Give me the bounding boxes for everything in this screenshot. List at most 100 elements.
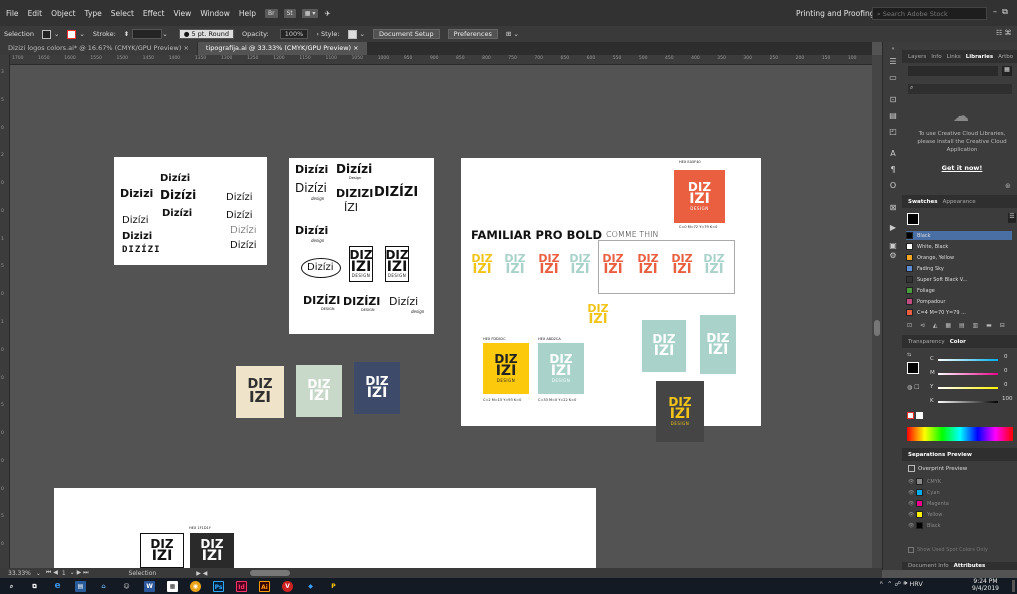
horizontal-ruler[interactable]: 1700 1650 1600 1550 1500 1450 1400 1350 1300 1250… [10, 55, 872, 65]
separation-row[interactable]: 👁 Magenta [908, 499, 1012, 508]
swatch-row[interactable]: Orange, Yellow [906, 253, 1012, 262]
task-view-icon[interactable]: ⧉ [29, 581, 40, 592]
align-panel-icon[interactable]: ▤ [887, 110, 899, 121]
visibility-eye-icon[interactable]: 👁 [908, 512, 916, 518]
store-icon[interactable]: ⌂ [98, 581, 109, 592]
artboard-nav-next-icon[interactable]: ⌄ ▶ ⏭ [70, 569, 89, 577]
artboard-bottom[interactable]: HEX 1F1D1Y DIZ IZI DIZ IZI [54, 488, 596, 568]
menu-view[interactable]: View [174, 9, 192, 18]
edge-icon[interactable]: e [52, 581, 63, 592]
file-explorer-icon[interactable]: ▤ [75, 580, 86, 592]
artboard-number[interactable]: 1 [62, 570, 66, 577]
menu-edit[interactable]: Edit [28, 9, 43, 18]
monogram-tile-mint[interactable]: DIZ IZI DESIGN [538, 343, 584, 394]
app-icon[interactable]: ▦ [167, 580, 178, 592]
visibility-eye-icon[interactable]: 👁 [908, 479, 916, 485]
artboard-typefaces-1[interactable]: Dizízi Dizizi Dizízi Dizízi Dizízi Dizíz… [114, 157, 267, 265]
photoshop-icon[interactable]: Ps [213, 580, 224, 592]
opacity-input[interactable]: 100% [277, 29, 309, 39]
horizontal-scroll-thumb[interactable] [250, 570, 290, 576]
search-icon[interactable]: ⌕ [6, 581, 17, 592]
tab-color[interactable]: Color [950, 339, 966, 345]
people-icon[interactable]: ☺ [121, 581, 132, 592]
separation-row[interactable]: 👁 Cyan [908, 488, 1012, 497]
menu-type[interactable]: Type [85, 9, 102, 18]
separation-row[interactable]: 👁 CMYK [908, 477, 1012, 486]
chevron-up-icon[interactable]: ⌃ [887, 580, 892, 588]
color-swap-icon[interactable]: ⇆ [907, 352, 911, 358]
illustrator-icon[interactable]: Ai [259, 580, 270, 592]
zoom-dropdown-icon[interactable]: ⌄ [36, 570, 41, 577]
magenta-slider[interactable] [938, 373, 998, 375]
links-icon[interactable]: ⊡ [887, 94, 899, 105]
pathfinder-icon[interactable]: ◰ [887, 126, 899, 137]
swatch-row[interactable]: Foliage [906, 286, 1012, 295]
paragraph-icon[interactable]: ¶ [887, 164, 899, 175]
separation-row[interactable]: 👁 Yellow [908, 510, 1012, 519]
fill-indicator[interactable] [907, 362, 919, 374]
cyan-slider[interactable] [938, 359, 998, 361]
menu-select[interactable]: Select [111, 9, 134, 18]
transform-icon[interactable]: ⊠ [887, 202, 899, 213]
vertical-scrollbar[interactable] [872, 55, 882, 570]
vertical-scroll-thumb[interactable] [874, 320, 880, 336]
panel-menu-icon[interactable]: ☷ ⌘ [996, 29, 1012, 37]
magenta-value[interactable]: 0 [1004, 368, 1008, 374]
reset-colors-icon[interactable]: ◍ ☐ [907, 384, 920, 391]
tab-swatches[interactable]: Swatches [908, 199, 938, 205]
artboard-color-palette[interactable]: HEX EA5F40 DIZ IZI DESIGN C=0 M=72 Y=79 … [461, 158, 761, 426]
tab-appearance[interactable]: Appearance [943, 199, 976, 205]
actions-icon[interactable]: ▶ [887, 222, 899, 233]
python-icon[interactable]: P [328, 581, 339, 592]
swatch-row[interactable]: Super Soft Black V... [906, 275, 1012, 284]
opentype-icon[interactable]: O [887, 180, 899, 191]
separation-row[interactable]: 👁 Black [908, 521, 1012, 530]
show-desktop-button[interactable] [1012, 580, 1015, 592]
close-icon[interactable]: × [183, 44, 188, 52]
swatch-row[interactable]: C=4 M=70 Y=79 ... [906, 308, 1012, 317]
menu-window[interactable]: Window [200, 9, 230, 18]
get-it-now-link[interactable]: Get it now! [912, 164, 1012, 172]
tab-links[interactable]: Links [947, 54, 961, 60]
vivaldi-icon[interactable]: V [282, 580, 293, 592]
black-slider[interactable] [938, 401, 998, 403]
stock-button[interactable]: St [283, 8, 296, 18]
yellow-slider[interactable] [938, 387, 998, 389]
artboard-nav-first-icon[interactable]: ⏮ ◀ [46, 569, 58, 577]
tab-dizizi-logos[interactable]: Dizizi logos colors.ai* @ 16.67% (CMYK/G… [0, 42, 197, 55]
swatch-toolbar-icons[interactable]: ⊡ ⊲ ◭ ▦ ▤ ▥ ▬ ⊟ [907, 322, 1015, 329]
document-setup-button[interactable]: Document Setup [372, 29, 440, 39]
keyboard-language[interactable]: HRV [909, 580, 923, 588]
artboard-typefaces-2[interactable]: Dizízi Dizízi Design Dizízi design DIZIZ… [289, 158, 434, 334]
volume-icon[interactable]: 🕪 [903, 579, 907, 588]
workspace-switcher[interactable]: Printing and Proofing ⌄ [796, 9, 883, 18]
monogram-tile-charcoal[interactable]: DIZ IZI DESIGN [656, 381, 704, 442]
monogram-tile-mint-3[interactable]: DIZ IZI [700, 315, 736, 374]
cyan-value[interactable]: 0 [1004, 354, 1008, 360]
library-search-icon[interactable]: ⌕ [908, 84, 1012, 94]
align-icon[interactable]: ⊞ ⌄ [506, 30, 519, 38]
collapse-icon[interactable]: « [887, 44, 899, 55]
black-value[interactable]: 100 [1002, 396, 1013, 402]
zoom-level[interactable]: 33.33% [8, 570, 31, 577]
settings-gear-icon[interactable]: ⚙ [887, 250, 899, 261]
visibility-eye-icon[interactable]: 👁 [908, 523, 916, 529]
menu-object[interactable]: Object [51, 9, 75, 18]
swatch-menu-icon[interactable]: ☰ [1008, 213, 1016, 223]
library-dropdown[interactable] [908, 66, 998, 76]
stroke-weight-stepper[interactable]: ⬍ ⌄ [124, 29, 168, 39]
tab-transparency[interactable]: Transparency [908, 339, 945, 345]
character-icon[interactable]: A [887, 148, 899, 159]
show-spot-colors-checkbox[interactable]: Show Used Spot Colors Only [908, 547, 988, 553]
monogram-tile-yellow[interactable]: DIZ IZI DESIGN [483, 343, 529, 394]
cc-libraries-icon[interactable]: ⊛ [1005, 182, 1011, 190]
bridge-button[interactable]: Br [265, 8, 278, 18]
stock-search-input[interactable]: ⌕ Search Adobe Stock [872, 7, 987, 20]
chrome-icon[interactable]: ◉ [190, 580, 201, 592]
menu-effect[interactable]: Effect [143, 9, 165, 18]
close-icon[interactable]: × [353, 44, 358, 52]
monogram-tile-mint-2[interactable]: DIZ IZI [642, 320, 686, 372]
tab-separations-preview[interactable]: Separations Preview [908, 452, 972, 458]
swatch-row[interactable]: Black [906, 231, 1012, 240]
overprint-preview-checkbox[interactable]: Overprint Preview [908, 465, 967, 472]
